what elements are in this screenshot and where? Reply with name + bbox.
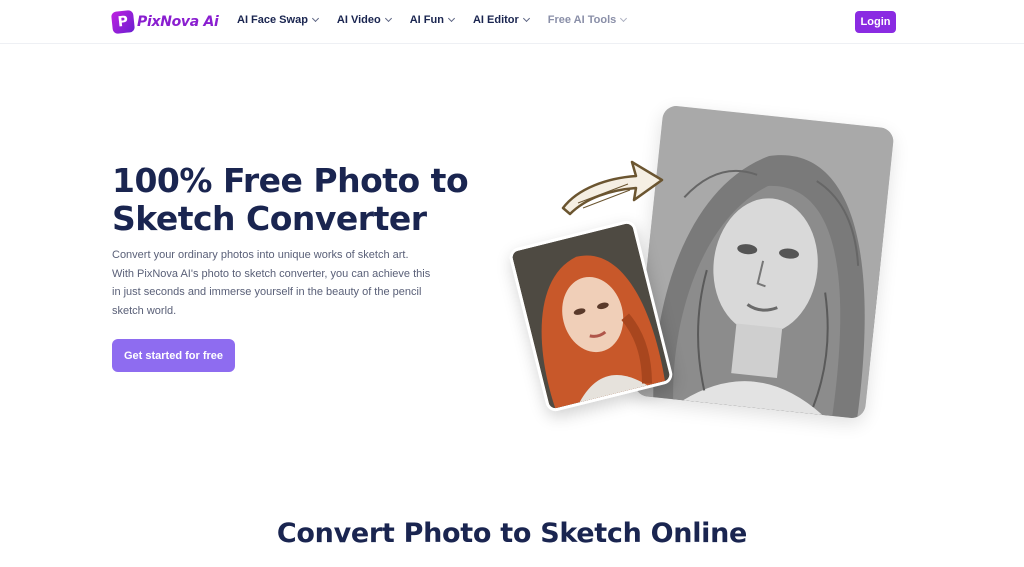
chevron-down-icon bbox=[522, 14, 530, 23]
nav-label: AI Video bbox=[336, 14, 381, 26]
nav-ai-video[interactable]: AI Video bbox=[336, 14, 392, 26]
hero-description: Convert your ordinary photos into unique… bbox=[112, 249, 431, 317]
hero-title: 100% Free Photo to Sketch Converter bbox=[112, 161, 469, 238]
section-title: Convert Photo to Sketch Online bbox=[276, 518, 748, 549]
nav-ai-editor[interactable]: AI Editor bbox=[472, 14, 530, 26]
site-header: P PixNova Ai AI Face Swap AI Video AI Fu… bbox=[0, 0, 1024, 44]
nav-label: AI Editor bbox=[472, 14, 519, 26]
logo-text: PixNova Ai bbox=[137, 14, 219, 30]
main-nav: AI Face Swap AI Video AI Fun AI Editor F… bbox=[237, 14, 645, 26]
sketch-result-image bbox=[633, 104, 895, 420]
sketch-portrait bbox=[633, 104, 895, 420]
login-button[interactable]: Login bbox=[855, 11, 896, 33]
chevron-down-icon bbox=[384, 14, 392, 23]
nav-label: Free AI Tools bbox=[547, 14, 617, 26]
chevron-down-icon bbox=[311, 14, 319, 23]
nav-label: AI Fun bbox=[409, 14, 444, 26]
nav-ai-fun[interactable]: AI Fun bbox=[409, 14, 455, 26]
photo-portrait bbox=[511, 222, 671, 410]
chevron-down-icon bbox=[620, 14, 628, 23]
chevron-down-icon bbox=[447, 14, 455, 23]
nav-free-ai-tools[interactable]: Free AI Tools bbox=[547, 14, 628, 26]
arrow-icon bbox=[561, 160, 664, 216]
hero-illustration bbox=[507, 104, 900, 420]
logo-icon: P bbox=[110, 9, 136, 35]
get-started-button[interactable]: Get started for free bbox=[112, 339, 235, 372]
nav-ai-face-swap[interactable]: AI Face Swap bbox=[237, 14, 319, 26]
nav-label: AI Face Swap bbox=[237, 14, 308, 26]
logo[interactable]: P PixNova Ai bbox=[110, 9, 219, 35]
